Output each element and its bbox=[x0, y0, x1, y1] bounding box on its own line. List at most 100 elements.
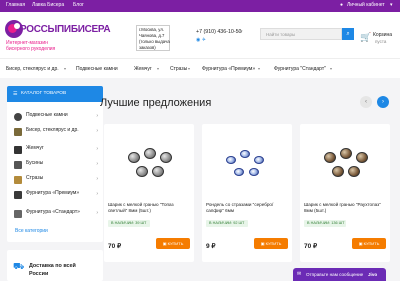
buy-label: КУПИТЬ bbox=[265, 241, 282, 246]
page-title: Лучшие предложения bbox=[100, 97, 212, 109]
product-card[interactable]: Шарик с мелкой гранью "Топаз светлый" 8м… bbox=[104, 124, 194, 262]
nav-item-pearls[interactable]: Жемчуг bbox=[134, 66, 152, 72]
chevron-right-icon: › bbox=[96, 191, 98, 197]
catalog-item-pearls[interactable]: Жемчуг › bbox=[8, 143, 104, 159]
cart-icon[interactable]: 🛒 bbox=[360, 32, 371, 43]
catalog-item-premium[interactable]: Фурнитура «Премиум» › bbox=[8, 188, 104, 204]
logo-text[interactable]: РОССЫПИБИСЕРА bbox=[20, 24, 111, 35]
product-title[interactable]: Рондель со стразами "серебро/сапфир" 6мм bbox=[206, 202, 288, 214]
main-nav: Бисер, стеклярус и др. ▾ Подвесные камни… bbox=[0, 58, 400, 78]
catalog-item-stones[interactable]: Подвесные камни › bbox=[8, 110, 104, 126]
product-image[interactable] bbox=[124, 144, 174, 180]
premium-icon bbox=[14, 191, 22, 199]
chevron-right-icon[interactable]: › bbox=[377, 96, 389, 108]
product-price: 70 ₽ bbox=[304, 243, 318, 250]
buy-button[interactable]: ▣ КУПИТЬ bbox=[254, 238, 288, 249]
catalog-item-label: Фурнитура «Премиум» bbox=[26, 190, 80, 196]
chevron-down-icon: ▾ bbox=[330, 66, 333, 71]
chevron-right-icon: › bbox=[96, 146, 98, 152]
user-icon: ● bbox=[340, 2, 344, 8]
messenger-icons[interactable]: ◉ ✈ bbox=[196, 37, 206, 43]
top-bar: Главная Лавка Бисера Блог ● Личный кабин… bbox=[0, 0, 400, 12]
product-image[interactable] bbox=[320, 144, 370, 180]
chevron-right-icon: › bbox=[96, 128, 98, 134]
menu-icon: ☰ bbox=[13, 91, 18, 97]
chevron-down-icon: ▾ bbox=[258, 66, 261, 71]
topbar-link-blog[interactable]: Блог bbox=[73, 2, 84, 8]
address-line-4: заказов) bbox=[139, 45, 156, 50]
nav-item-standard[interactable]: Фурнитура "Стандарт" bbox=[274, 66, 326, 72]
stones-icon bbox=[14, 113, 22, 121]
chevron-down-icon: ▾ bbox=[64, 66, 67, 71]
catalog-item-label: Бусины bbox=[26, 160, 44, 166]
search-input[interactable]: Найти товары bbox=[260, 28, 342, 40]
topbar-link-home[interactable]: Главная bbox=[6, 2, 25, 8]
product-image[interactable] bbox=[222, 144, 272, 180]
buy-label: КУПИТЬ bbox=[167, 241, 184, 246]
product-price: 9 ₽ bbox=[206, 243, 216, 250]
product-price: 70 ₽ bbox=[108, 243, 122, 250]
chevron-right-icon: › bbox=[96, 161, 98, 167]
catalog-header[interactable]: ☰ КАТАЛОГ ТОВАРОВ bbox=[7, 86, 103, 102]
chevron-left-icon[interactable]: ‹ bbox=[360, 96, 372, 108]
rhinestone-icon bbox=[14, 176, 22, 184]
catalog-title: КАТАЛОГ ТОВАРОВ bbox=[21, 91, 67, 96]
delivery-line-2: России bbox=[29, 271, 49, 277]
beads-icon bbox=[14, 128, 22, 136]
pearl-icon bbox=[14, 146, 22, 154]
bead-icon bbox=[14, 161, 22, 169]
address-line-3: (только выдача bbox=[139, 39, 170, 44]
nav-item-stones[interactable]: Подвесные камни bbox=[76, 66, 118, 72]
all-categories-link[interactable]: Все категории bbox=[15, 228, 48, 234]
catalog-item-beads[interactable]: Бисер, стеклярус и др. › bbox=[8, 125, 104, 141]
catalog-item-standard[interactable]: Фурнитура «Стандарт» › bbox=[8, 207, 104, 223]
nav-item-premium[interactable]: Фурнитура «Премиум» bbox=[202, 66, 255, 72]
stock-badge: В НАЛИЧИИ: 92 ШТ bbox=[206, 220, 248, 227]
cart-label[interactable]: Корзина bbox=[373, 32, 392, 38]
topbar-link-shop[interactable]: Лавка Бисера bbox=[32, 2, 64, 8]
chevron-right-icon: › bbox=[96, 210, 98, 216]
catalog-item-bead[interactable]: Бусины › bbox=[8, 158, 104, 174]
product-card[interactable]: Шарик с мелкой гранью "Раухтопаз" 8мм (5… bbox=[300, 124, 390, 262]
cart-status: пуста bbox=[375, 39, 387, 44]
buy-button[interactable]: ▣ КУПИТЬ bbox=[352, 238, 386, 249]
chevron-down-icon: ▾ bbox=[157, 66, 160, 71]
catalog-item-label: Фурнитура «Стандарт» bbox=[26, 209, 80, 215]
tagline-line-2: бисерного рукоделия bbox=[6, 46, 56, 52]
catalog-item-label: Жемчуг bbox=[26, 145, 44, 151]
address-line-1: г.Москва, ул. bbox=[139, 27, 165, 32]
phone-number[interactable]: +7 (910) 436-10-50 bbox=[196, 29, 242, 35]
address-box: г.Москва, ул. Чаянова, д.7 (только выдач… bbox=[136, 25, 170, 51]
search-placeholder: Найти товары bbox=[266, 32, 296, 37]
delivery-line-1: Доставка по всей bbox=[29, 263, 76, 269]
chevron-down-icon: ▾ bbox=[188, 66, 191, 71]
catalog-item-label: Стразы bbox=[26, 175, 44, 181]
product-card[interactable]: Рондель со стразами "серебро/сапфир" 6мм… bbox=[202, 124, 292, 262]
catalog-item-label: Бисер, стеклярус и др. bbox=[26, 127, 79, 133]
nav-item-rhinestones[interactable]: Стразы bbox=[170, 66, 187, 72]
account-link[interactable]: Личный кабинет bbox=[347, 2, 385, 8]
search-icon[interactable]: ⌕ bbox=[342, 28, 354, 40]
buy-label: КУПИТЬ bbox=[363, 241, 380, 246]
stock-badge: В НАЛИЧИИ: 39 ШТ bbox=[108, 220, 150, 227]
chevron-right-icon: › bbox=[96, 113, 98, 119]
product-title[interactable]: Шарик с мелкой гранью "Топаз светлый" 8м… bbox=[108, 202, 190, 214]
standard-icon bbox=[14, 210, 22, 218]
nav-item-beads[interactable]: Бисер, стеклярус и др. bbox=[6, 66, 59, 72]
chat-brand: Jivo bbox=[368, 272, 378, 277]
delivery-block: ⛟ Доставка по всей России bbox=[7, 250, 103, 281]
chevron-right-icon: › bbox=[96, 176, 98, 182]
header: РОССЫПИБИСЕРА Интернет-магазин бисерного… bbox=[0, 12, 400, 58]
chat-icon: ✉ bbox=[297, 271, 302, 277]
buy-button[interactable]: ▣ КУПИТЬ bbox=[156, 238, 190, 249]
address-line-2: Чаянова, д.7 bbox=[139, 33, 165, 38]
product-title[interactable]: Шарик с мелкой гранью "Раухтопаз" 8мм (5… bbox=[304, 202, 386, 214]
chat-label: Отправьте нам сообщение bbox=[306, 272, 364, 277]
chevron-down-icon[interactable]: ▾ bbox=[240, 29, 243, 35]
chat-widget[interactable]: ✉ Отправьте нам сообщение Jivo bbox=[293, 268, 386, 281]
truck-icon: ⛟ bbox=[13, 261, 25, 271]
stock-badge: В НАЛИЧИИ: 136 ШТ bbox=[304, 220, 346, 227]
catalog-item-label: Подвесные камни bbox=[26, 112, 68, 118]
chevron-down-icon: ▾ bbox=[390, 2, 393, 8]
catalog-item-rhinestones[interactable]: Стразы › bbox=[8, 173, 104, 189]
